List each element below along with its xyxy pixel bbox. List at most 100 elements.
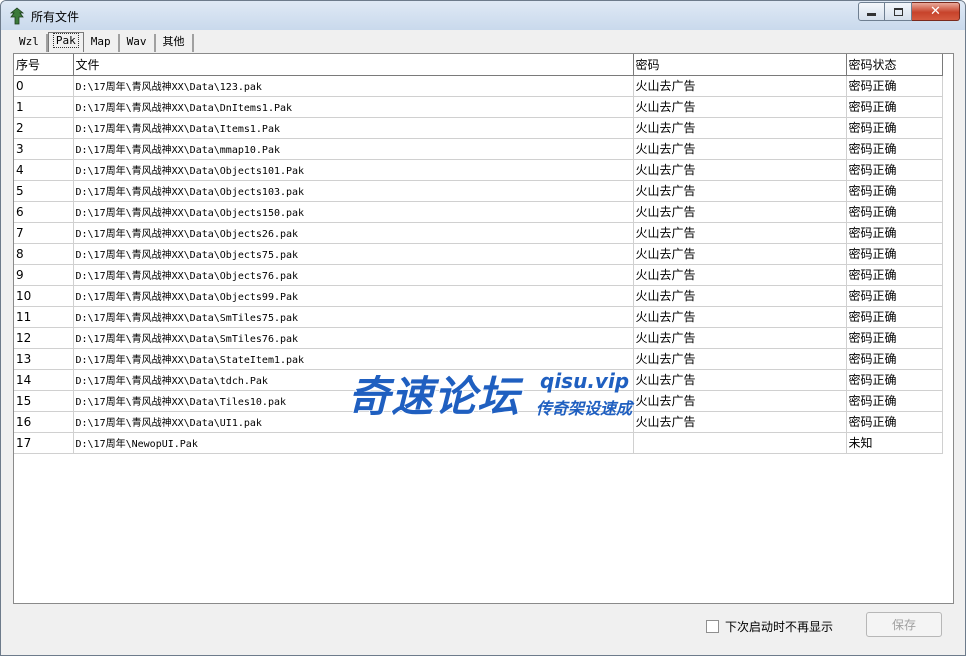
cell-index: 9 <box>14 263 74 286</box>
close-button[interactable]: ✕ <box>912 2 960 21</box>
tab-strip: Wzl Pak Map Wav 其他 <box>12 32 194 52</box>
cell-password: 火山去广告 <box>632 305 847 328</box>
cell-password-status: 密码正确 <box>845 242 943 265</box>
cell-index: 12 <box>14 326 74 349</box>
cell-password: 火山去广告 <box>632 263 847 286</box>
table-row[interactable]: 9 D:\17周年\青风战神XX\Data\Objects76.pak 火山去广告密… <box>14 263 943 286</box>
cell-index: 16 <box>14 410 74 433</box>
cell-password-status: 密码正确 <box>845 284 943 307</box>
cell-index: 8 <box>14 242 74 265</box>
cell-password-status: 密码正确 <box>845 263 943 286</box>
cell-password-status: 密码正确 <box>845 221 943 244</box>
cell-index: 6 <box>14 200 74 223</box>
cell-password: 火山去广告 <box>632 137 847 160</box>
column-header-file[interactable]: 文件 <box>72 54 634 76</box>
cell-index: 14 <box>14 368 74 391</box>
tab-other[interactable]: 其他 <box>155 34 194 52</box>
table-row[interactable]: 15 D:\17周年\青风战神XX\Data\Tiles10.pak 火山去广告 密码… <box>14 389 943 412</box>
cell-password: 火山去广告 <box>632 347 847 370</box>
cell-index: 7 <box>14 221 74 244</box>
minimize-icon <box>867 13 876 16</box>
cell-file-path: D:\17周年\青风战神XX\Data\SmTiles76.pak <box>72 326 634 349</box>
save-button[interactable]: 保存 <box>866 612 942 637</box>
table-row[interactable]: 5 D:\17周年\青风战神XX\Data\Objects103.pak 火山去广告… <box>14 179 943 202</box>
main-window: 所有文件 ✕ Wzl Pak Map Wav 其他 序号 文件 密码 密码状态 … <box>0 0 966 656</box>
table-row[interactable]: 3 D:\17周年\青风战神XX\Data\mmap10.Pak 火山去广告 密码正确 <box>14 137 943 160</box>
maximize-icon <box>893 7 903 16</box>
cell-index: 4 <box>14 158 74 181</box>
cell-password-status: 密码正确 <box>845 389 943 412</box>
app-tree-icon <box>9 7 25 25</box>
table-row[interactable]: 14 D:\17周年\青风战神XX\Data\tdch.Pak 火山去广告 密码正确 <box>14 368 943 391</box>
close-icon: ✕ <box>930 4 941 19</box>
cell-password-status: 密码正确 <box>845 305 943 328</box>
cell-index: 10 <box>14 284 74 307</box>
dont-show-again-checkbox[interactable] <box>706 620 719 633</box>
cell-password-status: 密码正确 <box>845 116 943 139</box>
cell-file-path: D:\17周年\青风战神XX\Data\Objects76.pak <box>72 263 634 286</box>
cell-index: 0 <box>14 74 74 97</box>
cell-password: 火山去广告 <box>632 410 847 433</box>
file-table: 序号 文件 密码 密码状态 0 D:\17周年\青风战神XX\Data\123.p… <box>14 54 943 454</box>
tab-wav[interactable]: Wav <box>119 34 156 52</box>
column-header-index[interactable]: 序号 <box>14 54 74 76</box>
cell-password-status: 密码正确 <box>845 200 943 223</box>
cell-password: 火山去广告 <box>632 95 847 118</box>
table-row[interactable]: 4 D:\17周年\青风战神XX\Data\Objects101.Pak 火山去广告… <box>14 158 943 181</box>
maximize-button[interactable] <box>885 2 912 21</box>
cell-file-path: D:\17周年\青风战神XX\Data\123.pak <box>72 74 634 97</box>
tab-map[interactable]: Map <box>83 34 120 52</box>
cell-file-path: D:\17周年\青风战神XX\Data\mmap10.Pak <box>72 137 634 160</box>
tab-pak[interactable]: Pak <box>47 32 84 52</box>
cell-password <box>632 431 847 454</box>
tab-label: Wzl <box>19 35 39 48</box>
table-row[interactable]: 2 D:\17周年\青风战神XX\Data\Items1.Pak 火山去广告 密码正确 <box>14 116 943 139</box>
cell-index: 5 <box>14 179 74 202</box>
cell-password-status: 密码正确 <box>845 158 943 181</box>
table-row[interactable]: 0 D:\17周年\青风战神XX\Data\123.pak 火山去广告 密码正确 <box>14 74 943 97</box>
cell-password-status: 密码正确 <box>845 410 943 433</box>
cell-file-path: D:\17周年\青风战神XX\Data\Objects99.Pak <box>72 284 634 307</box>
cell-password-status: 密码正确 <box>845 347 943 370</box>
tab-label: Map <box>90 35 111 48</box>
tab-wzl[interactable]: Wzl <box>12 34 48 52</box>
cell-file-path: D:\17周年\青风战神XX\Data\Objects26.pak <box>72 221 634 244</box>
title-bar[interactable]: 所有文件 ✕ <box>1 1 965 30</box>
table-row[interactable]: 10 D:\17周年\青风战神XX\Data\Objects99.Pak 火山去广告… <box>14 284 943 307</box>
cell-password: 火山去广告 <box>632 116 847 139</box>
cell-password-status: 密码正确 <box>845 326 943 349</box>
table-row[interactable]: 8 D:\17周年\青风战神XX\Data\Objects75.pak 火山去广告密… <box>14 242 943 265</box>
column-header-password[interactable]: 密码 <box>632 54 847 76</box>
cell-file-path: D:\17周年\青风战神XX\Data\Objects103.pak <box>72 179 634 202</box>
cell-password: 火山去广告 <box>632 242 847 265</box>
table-row[interactable]: 17 D:\17周年\NewopUI.Pak 未知 <box>14 431 943 454</box>
file-list-grid[interactable]: 序号 文件 密码 密码状态 0 D:\17周年\青风战神XX\Data\123.p… <box>13 53 954 604</box>
table-row[interactable]: 12 D:\17周年\青风战神XX\Data\SmTiles76.pak 火山去广告… <box>14 326 943 349</box>
cell-password: 火山去广告 <box>632 179 847 202</box>
cell-file-path: D:\17周年\青风战神XX\Data\Items1.Pak <box>72 116 634 139</box>
tab-label: Pak <box>52 33 79 48</box>
tab-label: 其他 <box>162 35 185 48</box>
cell-index: 1 <box>14 95 74 118</box>
table-row[interactable]: 13 D:\17周年\青风战神XX\Data\StateItem1.pak 火山去广… <box>14 347 943 370</box>
header-row: 序号 文件 密码 密码状态 <box>14 54 943 76</box>
cell-password-status: 未知 <box>845 431 943 454</box>
cell-index: 17 <box>14 431 74 454</box>
table-row[interactable]: 7 D:\17周年\青风战神XX\Data\Objects26.pak 火山去广告密… <box>14 221 943 244</box>
cell-file-path: D:\17周年\青风战神XX\Data\DnItems1.Pak <box>72 95 634 118</box>
table-row[interactable]: 16 D:\17周年\青风战神XX\Data\UI1.pak 火山去广告 密码正确 <box>14 410 943 433</box>
table-row[interactable]: 6 D:\17周年\青风战神XX\Data\Objects150.pak 火山去广告… <box>14 200 943 223</box>
cell-file-path: D:\17周年\NewopUI.Pak <box>72 431 634 454</box>
table-row[interactable]: 11 D:\17周年\青风战神XX\Data\SmTiles75.pak 火山去广告… <box>14 305 943 328</box>
cell-password-status: 密码正确 <box>845 95 943 118</box>
cell-password: 火山去广告 <box>632 326 847 349</box>
cell-file-path: D:\17周年\青风战神XX\Data\tdch.Pak <box>72 368 634 391</box>
dont-show-again-label[interactable]: 下次启动时不再显示 <box>725 618 833 635</box>
column-header-password-status[interactable]: 密码状态 <box>845 54 943 76</box>
minimize-button[interactable] <box>858 2 885 21</box>
table-row[interactable]: 1 D:\17周年\青风战神XX\Data\DnItems1.Pak 火山去广告 密码… <box>14 95 943 118</box>
cell-index: 15 <box>14 389 74 412</box>
cell-index: 3 <box>14 137 74 160</box>
dont-show-again-option[interactable]: 下次启动时不再显示 <box>706 618 833 635</box>
cell-index: 11 <box>14 305 74 328</box>
